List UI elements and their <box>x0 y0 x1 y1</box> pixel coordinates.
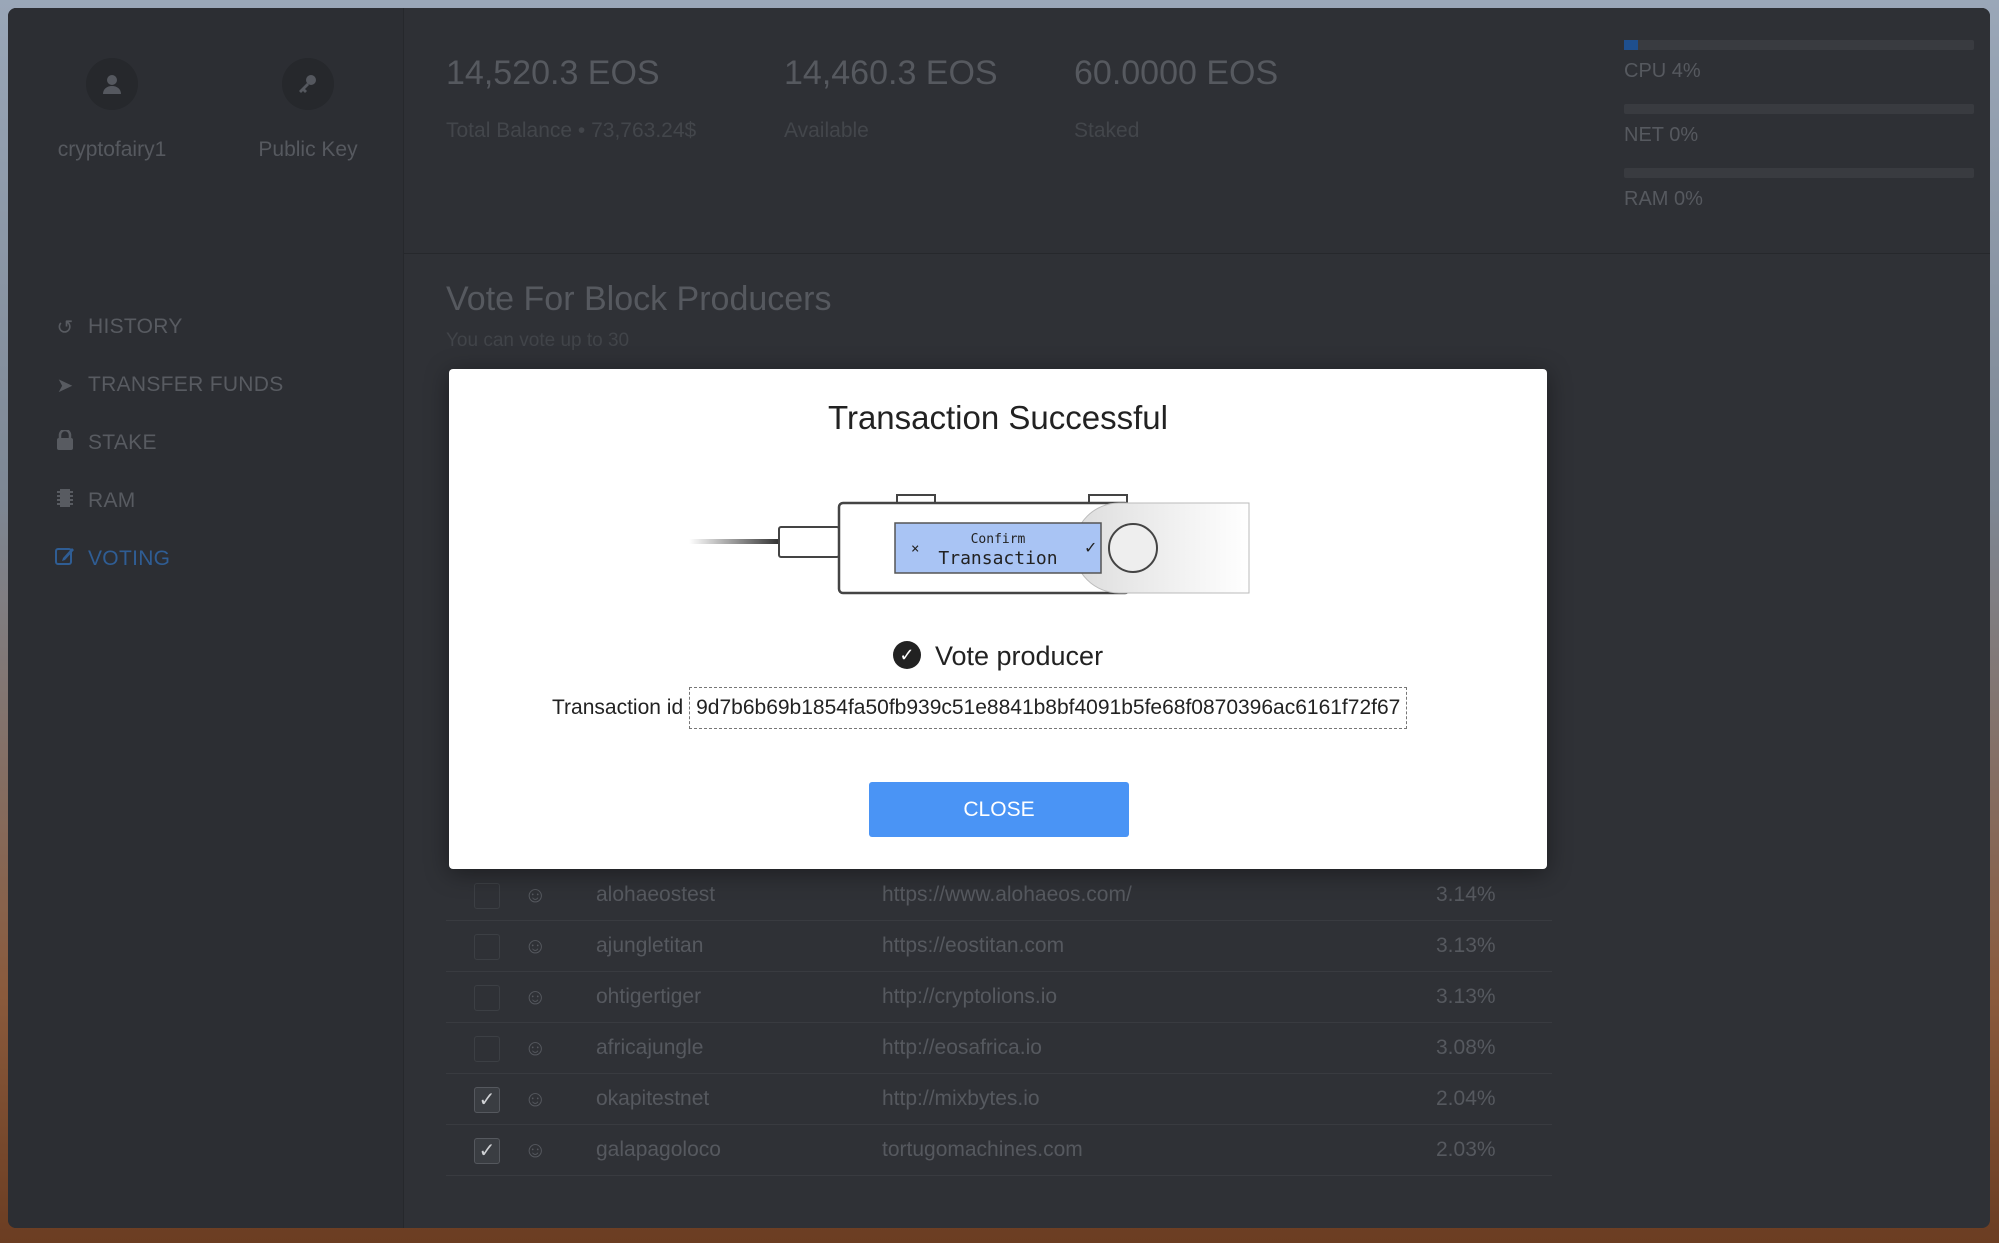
modal-backdrop: Transaction Successful × ✓ Confirm Trans… <box>0 0 1999 1243</box>
transaction-id-value[interactable]: 9d7b6b69b1854fa50fb939c51e8841b8bf4091b5… <box>689 687 1408 729</box>
reject-icon: × <box>911 541 919 557</box>
device-screen-main: Transaction <box>938 548 1057 569</box>
close-button[interactable]: CLOSE <box>869 782 1129 837</box>
status-text: Vote producer <box>934 641 1104 671</box>
transaction-id-row: Transaction id 9d7b6b69b1854fa50fb939c51… <box>552 687 1408 729</box>
device-screen-top: Confirm <box>971 532 1026 547</box>
success-check-icon: ✓ <box>892 640 921 669</box>
transaction-id-label: Transaction id <box>552 696 684 719</box>
modal-title: Transaction Successful <box>828 399 1168 436</box>
hardware-wallet-illustration: × ✓ Confirm Transaction <box>689 494 1250 595</box>
transaction-status: ✓ Vote producer <box>449 640 1547 672</box>
transaction-modal: Transaction Successful × ✓ Confirm Trans… <box>449 369 1547 869</box>
approve-icon: ✓ <box>1084 538 1097 557</box>
